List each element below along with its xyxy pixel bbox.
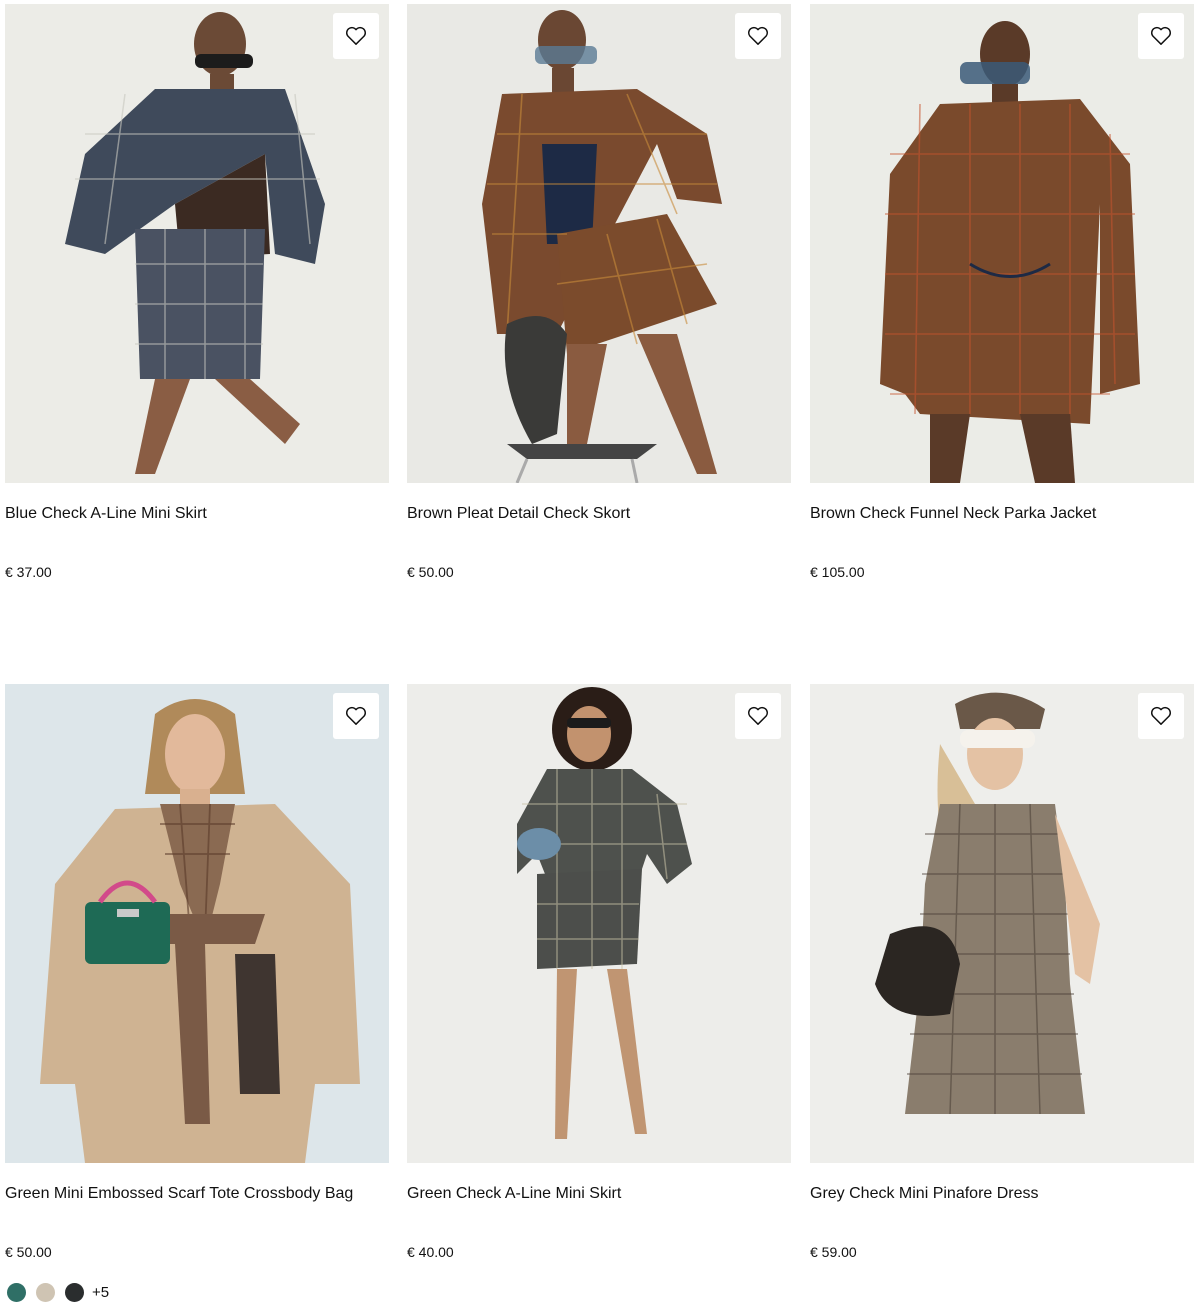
- product-name[interactable]: Grey Check Mini Pinafore Dress: [810, 1184, 1039, 1204]
- wishlist-button[interactable]: [333, 13, 379, 59]
- product-price: € 37.00: [5, 564, 52, 580]
- model-photo: [482, 10, 722, 483]
- heart-outline-icon: [346, 706, 366, 725]
- product-image[interactable]: [810, 4, 1194, 483]
- wishlist-button[interactable]: [735, 13, 781, 59]
- heart-outline-icon: [1151, 26, 1171, 45]
- product-name[interactable]: Green Mini Embossed Scarf Tote Crossbody…: [5, 1184, 353, 1204]
- product-price: € 105.00: [810, 564, 865, 580]
- model-photo: [517, 687, 692, 1139]
- model-photo: [40, 699, 360, 1163]
- product-price: € 59.00: [810, 1244, 857, 1260]
- heart-outline-icon: [1151, 706, 1171, 725]
- product-name[interactable]: Blue Check A-Line Mini Skirt: [5, 504, 207, 524]
- product-card[interactable]: Grey Check Mini Pinafore Dress € 59.00: [810, 684, 1194, 1260]
- model-photo: [880, 21, 1140, 483]
- product-card[interactable]: Green Mini Embossed Scarf Tote Crossbody…: [5, 684, 389, 1302]
- product-card[interactable]: Blue Check A-Line Mini Skirt € 37.00: [5, 4, 389, 580]
- color-swatch[interactable]: [7, 1282, 26, 1302]
- product-grid: Blue Check A-Line Mini Skirt € 37.00 Bro…: [0, 0, 1200, 1308]
- wishlist-button[interactable]: [735, 693, 781, 739]
- color-swatch[interactable]: [65, 1282, 84, 1302]
- wishlist-button[interactable]: [1138, 693, 1184, 739]
- heart-outline-icon: [748, 706, 768, 725]
- product-image[interactable]: [5, 4, 389, 483]
- color-swatches: +5: [5, 1282, 109, 1302]
- heart-outline-icon: [748, 26, 768, 45]
- wishlist-button[interactable]: [333, 693, 379, 739]
- product-price: € 50.00: [5, 1244, 52, 1260]
- color-swatch[interactable]: [36, 1282, 55, 1302]
- wishlist-button[interactable]: [1138, 13, 1184, 59]
- product-name[interactable]: Brown Pleat Detail Check Skort: [407, 504, 630, 524]
- product-price: € 50.00: [407, 564, 454, 580]
- product-price: € 40.00: [407, 1244, 454, 1260]
- product-card[interactable]: Brown Check Funnel Neck Parka Jacket € 1…: [810, 4, 1194, 580]
- product-name[interactable]: Green Check A-Line Mini Skirt: [407, 1184, 621, 1204]
- product-card[interactable]: Brown Pleat Detail Check Skort € 50.00: [407, 4, 791, 580]
- product-image[interactable]: [5, 684, 389, 1163]
- product-name[interactable]: Brown Check Funnel Neck Parka Jacket: [810, 504, 1096, 524]
- product-card[interactable]: Green Check A-Line Mini Skirt € 40.00: [407, 684, 791, 1260]
- product-image[interactable]: [810, 684, 1194, 1163]
- product-image[interactable]: [407, 4, 791, 483]
- more-colors-link[interactable]: +5: [92, 1284, 109, 1301]
- heart-outline-icon: [346, 26, 366, 45]
- model-photo: [875, 692, 1100, 1115]
- product-image[interactable]: [407, 684, 791, 1163]
- model-photo: [65, 12, 325, 474]
